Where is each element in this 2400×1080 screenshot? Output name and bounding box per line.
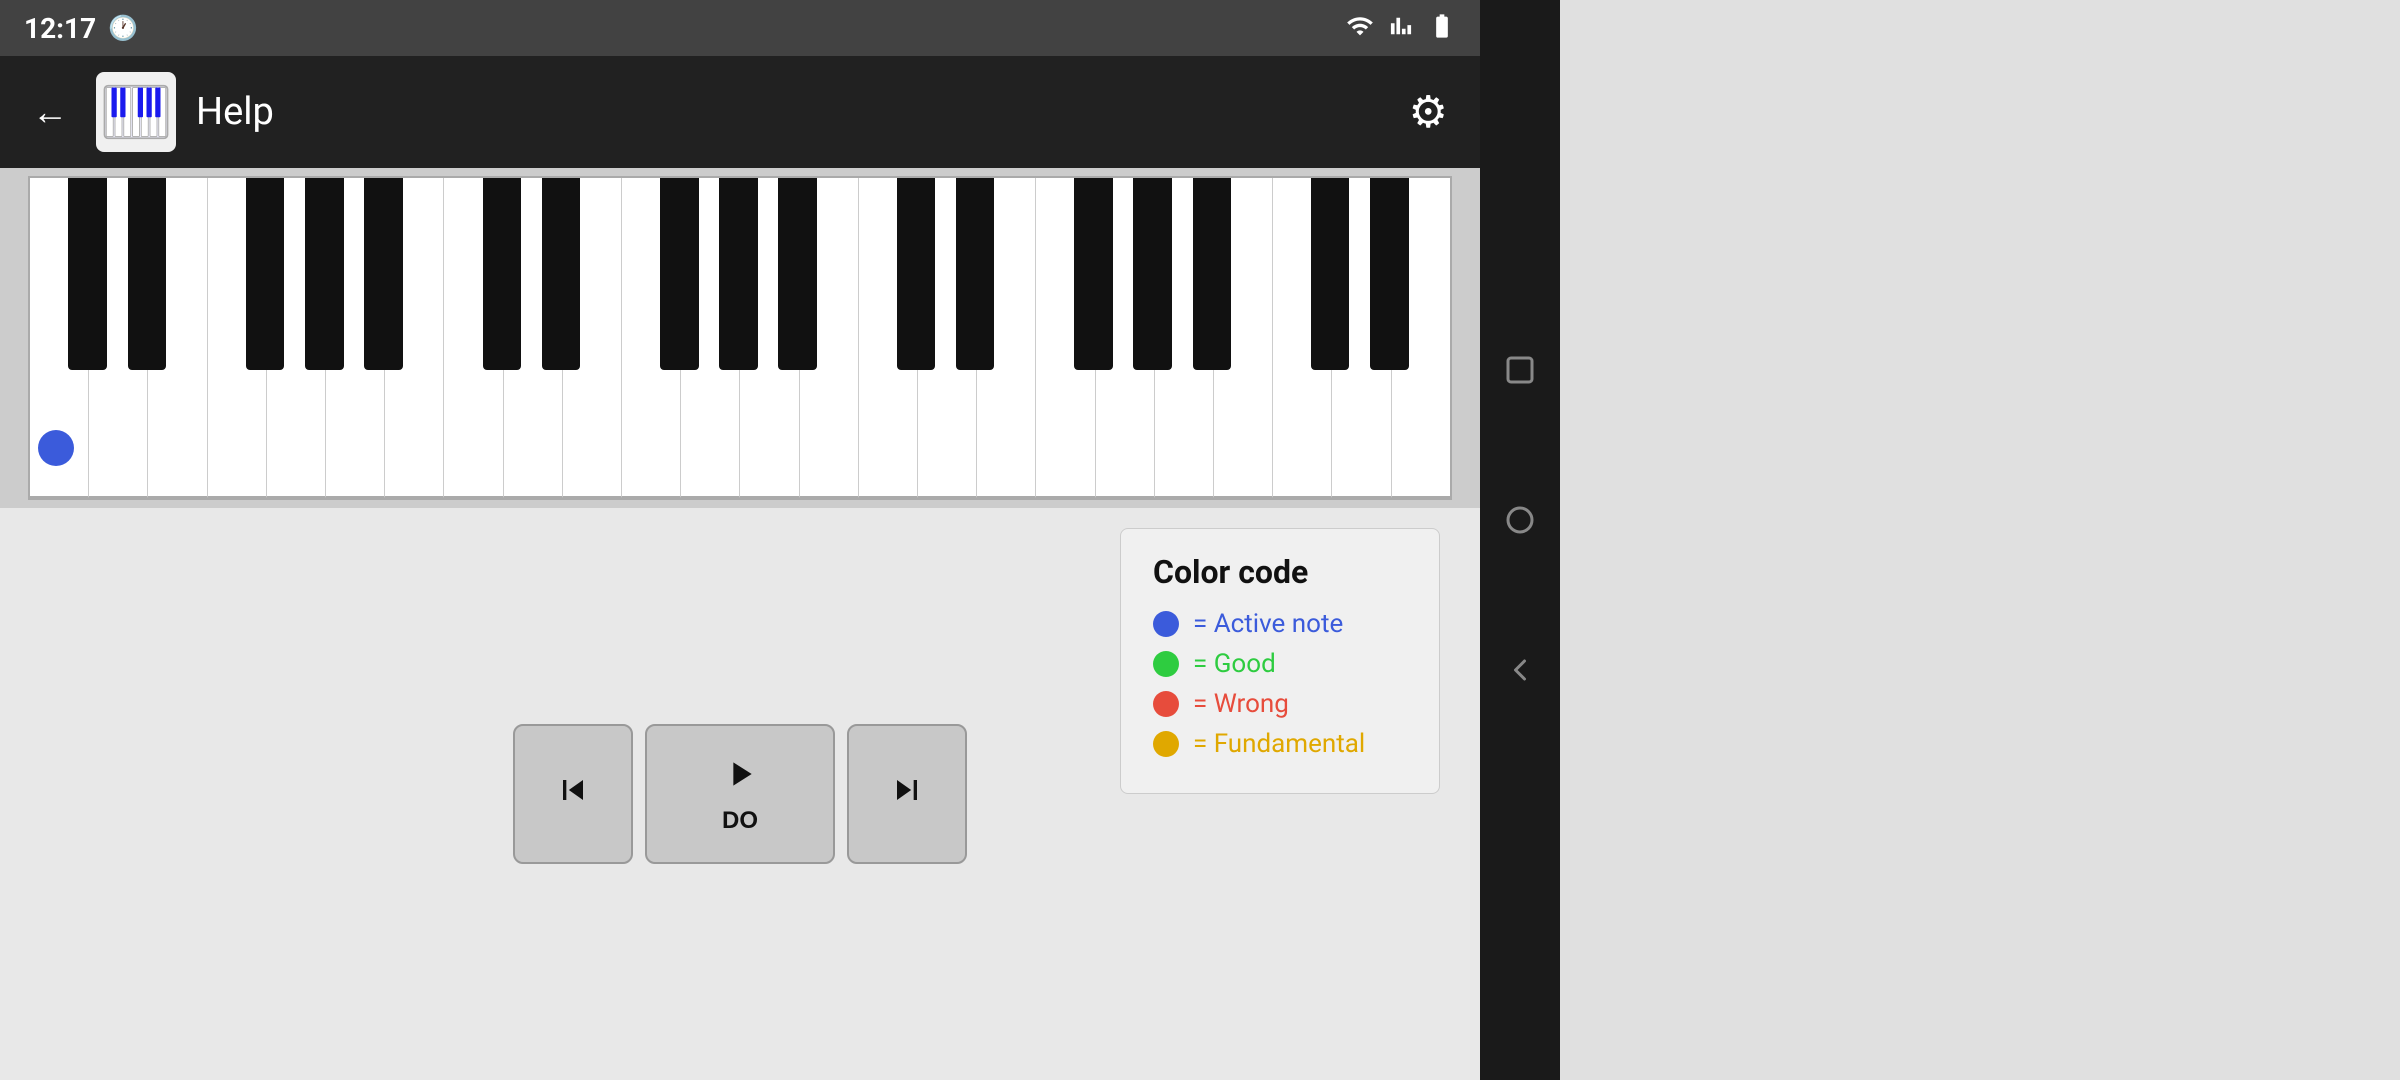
- black-key[interactable]: [246, 178, 284, 370]
- black-key[interactable]: [1074, 178, 1112, 370]
- legend-fundamental: = Fundamental: [1153, 729, 1407, 759]
- good-color: [1153, 651, 1179, 677]
- black-key[interactable]: [542, 178, 580, 370]
- play-icon: [720, 754, 760, 803]
- active-note-label: = Active note: [1193, 609, 1343, 639]
- prev-button[interactable]: [513, 724, 633, 864]
- piano-container: [0, 168, 1480, 508]
- black-key[interactable]: [483, 178, 521, 370]
- black-key[interactable]: [660, 178, 698, 370]
- status-bar: 12:17 🕐: [0, 0, 1480, 56]
- fundamental-color: [1153, 731, 1179, 757]
- app-title: Help: [196, 90, 1381, 134]
- active-note-color: [1153, 611, 1179, 637]
- battery-icon: [1428, 12, 1456, 44]
- black-key[interactable]: [1193, 178, 1231, 370]
- active-note-dot: [38, 430, 74, 466]
- wrong-color: [1153, 691, 1179, 717]
- black-key[interactable]: [305, 178, 343, 370]
- next-icon: [887, 770, 927, 819]
- next-button[interactable]: [847, 724, 967, 864]
- piano-keyboard[interactable]: [28, 176, 1452, 500]
- black-key[interactable]: [778, 178, 816, 370]
- signal-icon: [1390, 12, 1412, 44]
- legend-wrong: = Wrong: [1153, 689, 1407, 719]
- black-key[interactable]: [1370, 178, 1408, 370]
- controls-area: DO Color code = Active note = Good = Wro…: [0, 508, 1480, 1080]
- wrong-label: = Wrong: [1193, 689, 1289, 719]
- black-key[interactable]: [128, 178, 166, 370]
- note-label: DO: [722, 807, 758, 835]
- app-bar: ← Help ⚙: [0, 56, 1480, 168]
- settings-button[interactable]: ⚙: [1401, 78, 1456, 146]
- android-nav-sidebar: [1480, 0, 1560, 1080]
- color-code-title: Color code: [1153, 553, 1407, 591]
- app-icon: [96, 72, 176, 152]
- android-recent-button[interactable]: [1495, 345, 1545, 395]
- black-key[interactable]: [897, 178, 935, 370]
- black-key[interactable]: [1133, 178, 1171, 370]
- black-key[interactable]: [68, 178, 106, 370]
- android-back-button[interactable]: [1495, 645, 1545, 695]
- play-button[interactable]: DO: [645, 724, 835, 864]
- android-home-button[interactable]: [1495, 495, 1545, 545]
- fundamental-label: = Fundamental: [1193, 729, 1365, 759]
- good-label: = Good: [1193, 649, 1276, 679]
- status-time: 12:17: [24, 12, 96, 45]
- status-alarm-icon: 🕐: [108, 14, 138, 42]
- color-code-legend: Color code = Active note = Good = Wrong …: [1120, 528, 1440, 794]
- wifi-icon: [1346, 12, 1374, 44]
- black-key[interactable]: [1311, 178, 1349, 370]
- black-key[interactable]: [956, 178, 994, 370]
- playback-controls: DO: [513, 724, 967, 864]
- black-key[interactable]: [719, 178, 757, 370]
- black-key[interactable]: [364, 178, 402, 370]
- legend-active-note: = Active note: [1153, 609, 1407, 639]
- legend-good: = Good: [1153, 649, 1407, 679]
- prev-icon: [553, 770, 593, 819]
- back-button[interactable]: ←: [24, 83, 76, 141]
